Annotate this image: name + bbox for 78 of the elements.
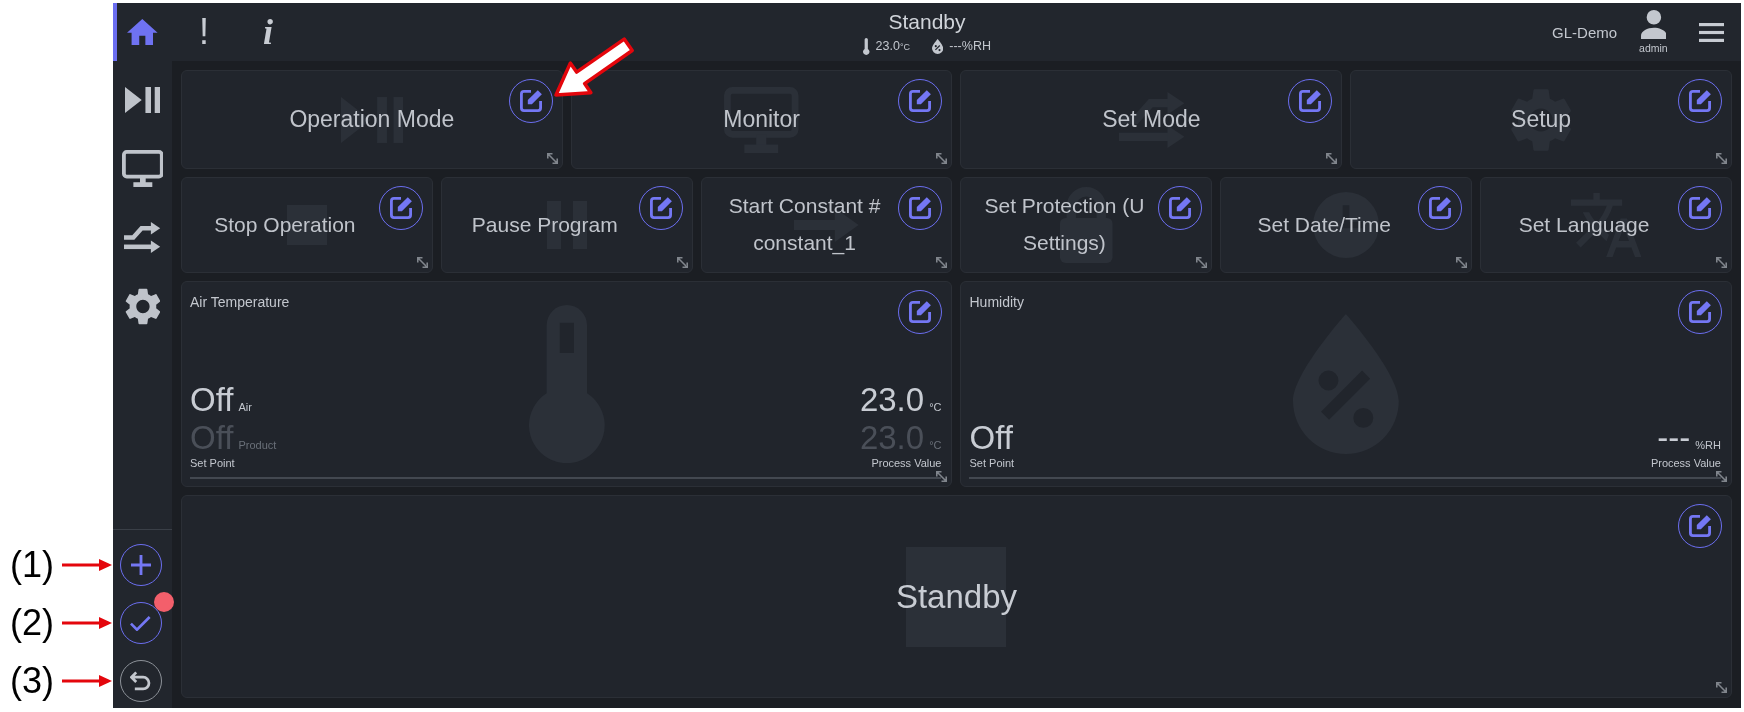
edit-icon — [1169, 197, 1192, 219]
callout-arrow — [62, 558, 112, 572]
check-icon — [130, 615, 151, 631]
play-pause-icon — [124, 86, 161, 113]
resize-handle-icon[interactable] — [546, 153, 558, 164]
unit-label: °C — [929, 401, 942, 413]
edit-icon — [1689, 90, 1711, 112]
resize-handle-icon[interactable] — [1196, 257, 1208, 268]
menu-icon — [1698, 22, 1724, 42]
edit-icon — [1299, 90, 1322, 112]
set-point-value: Off — [190, 381, 234, 419]
menu-button[interactable] — [1698, 22, 1724, 42]
resize-handle-icon[interactable] — [1456, 257, 1468, 268]
user-icon — [1640, 10, 1667, 39]
process-value-label: Process Value — [871, 457, 942, 470]
value-tag: Product — [238, 439, 277, 451]
humidity-reading: ---%RH — [949, 39, 991, 53]
status-text: Standby — [895, 577, 1018, 616]
callout-label: (2) — [10, 605, 54, 641]
action-tile[interactable]: Stop Operation — [181, 177, 433, 273]
arrows-icon — [124, 222, 161, 253]
edit-icon — [389, 197, 412, 219]
gear-icon — [124, 288, 161, 325]
callout-arrow — [62, 674, 112, 688]
card-title: Humidity — [969, 294, 1024, 311]
resize-handle-icon[interactable] — [936, 153, 948, 164]
home-icon — [127, 19, 158, 45]
action-tile[interactable]: Set Date/Time — [1220, 177, 1473, 273]
set-point-label: Set Point — [969, 457, 1015, 470]
resize-handle-icon[interactable] — [416, 257, 428, 268]
action-tile[interactable]: Start Constant # constant_1 — [700, 177, 953, 273]
action-tile[interactable]: Set Protection (U Settings) — [960, 177, 1213, 273]
unit-label: °C — [929, 439, 942, 451]
callout-arrow — [62, 616, 112, 630]
undo-icon — [130, 671, 151, 691]
edit-icon — [519, 90, 542, 112]
edit-icon — [1689, 197, 1711, 219]
action-tile[interactable]: Pause Program — [440, 177, 693, 273]
process-value-label: Process Value — [1650, 457, 1721, 470]
resize-handle-icon[interactable] — [936, 257, 948, 268]
temperature-reading: 23.0°C — [875, 39, 910, 53]
edit-icon — [909, 90, 932, 112]
resize-handle-icon[interactable] — [1716, 471, 1727, 482]
plus-icon — [130, 555, 151, 575]
drop-percent-icon — [932, 38, 944, 54]
status-title: Standby — [888, 9, 966, 34]
thermometer-icon — [863, 37, 870, 55]
callout-label: (3) — [10, 663, 54, 699]
card-title: Air Temperature — [190, 294, 290, 311]
edit-icon — [909, 301, 932, 323]
process-value: --- — [1657, 419, 1691, 457]
action-tile[interactable]: Set Mode — [960, 70, 1343, 169]
set-point-value: Off — [969, 419, 1013, 457]
site-name: GL-Demo — [1552, 23, 1618, 41]
resize-handle-icon[interactable] — [1716, 257, 1727, 268]
set-point-label: Set Point — [190, 457, 235, 470]
action-tile[interactable]: Monitor — [570, 70, 953, 169]
edit-icon — [909, 197, 932, 219]
resize-handle-icon[interactable] — [676, 257, 688, 268]
callout-label: (1) — [10, 547, 54, 583]
info-button[interactable]: i — [236, 3, 300, 61]
resize-handle-icon[interactable] — [1716, 153, 1727, 164]
monitor-icon — [121, 150, 164, 187]
value-tag: Air — [238, 401, 252, 413]
resize-handle-icon[interactable] — [936, 471, 948, 482]
user-name: admin — [1639, 42, 1668, 54]
resize-handle-icon[interactable] — [1326, 153, 1338, 164]
resize-handle-icon[interactable] — [1716, 682, 1727, 693]
edit-icon — [1429, 197, 1452, 219]
action-tile[interactable]: Setup — [1350, 70, 1732, 169]
unit-label: %RH — [1695, 439, 1721, 451]
edit-icon — [649, 197, 672, 219]
action-tile[interactable]: Set Language — [1480, 177, 1732, 273]
edit-icon — [1689, 515, 1711, 537]
action-tile[interactable]: Operation Mode — [181, 70, 563, 169]
alert-button[interactable]: ! — [172, 3, 236, 61]
process-value: 23.0 — [859, 381, 925, 419]
edit-icon — [1689, 301, 1711, 323]
